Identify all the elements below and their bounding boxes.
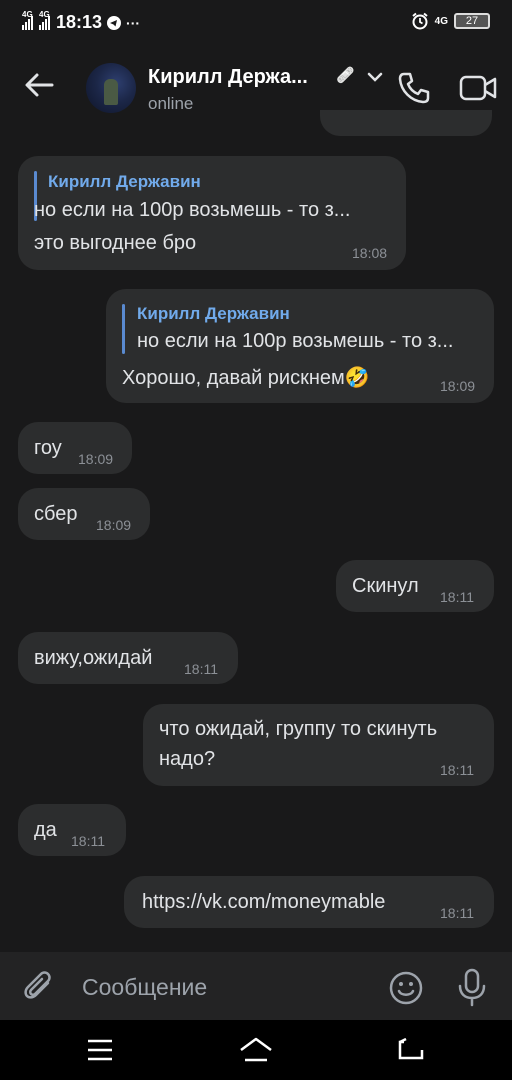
message-text: надо? [159, 748, 216, 770]
message-bubble-partial [320, 110, 492, 136]
microphone-icon[interactable] [452, 966, 492, 1008]
system-navigation-bar [0, 1020, 512, 1080]
message-bubble[interactable]: что ожидай, группу то скинуть надо? 18:1… [143, 704, 494, 786]
contact-name[interactable]: Кирилл Держа... [148, 66, 308, 89]
paperclip-icon[interactable] [20, 968, 58, 1006]
message-time: 18:11 [440, 589, 474, 605]
phone-icon[interactable] [396, 70, 432, 106]
message-bubble[interactable]: Кирилл Державин но если на 100р возьмешь… [106, 289, 494, 403]
message-time: 18:09 [78, 451, 114, 467]
message-text: гоу [34, 437, 62, 459]
smile-icon[interactable] [386, 968, 426, 1008]
telegram-icon [107, 15, 122, 30]
signal-icon: 4G [39, 10, 50, 30]
message-text: Скинул [352, 575, 419, 597]
more-notifications: ··· [126, 14, 141, 31]
message-composer: Сообщение [0, 952, 512, 1020]
reply-author: Кирилл Державин [48, 172, 201, 191]
status-bar: 4G 4G 18:13 ··· 4G 27 [0, 0, 512, 44]
reply-quote: но если на 100р возьмешь - то з... [137, 330, 454, 352]
message-bubble[interactable]: гоу 18:09 [18, 422, 132, 474]
chevron-down-icon[interactable] [366, 68, 384, 86]
message-bubble[interactable]: Кирилл Державин но если на 100р возьмешь… [18, 156, 406, 270]
message-time: 18:09 [440, 378, 476, 394]
signal-icon: 4G [22, 10, 33, 30]
avatar[interactable] [86, 63, 136, 113]
message-bubble[interactable]: Скинул 18:11 [336, 560, 494, 612]
alarm-icon [412, 12, 428, 30]
network-type: 4G [434, 15, 448, 27]
message-text: сбер [34, 503, 78, 525]
back-arrow-icon[interactable] [22, 68, 56, 102]
reply-indicator [122, 304, 125, 354]
message-bubble[interactable]: да 18:11 [18, 804, 126, 856]
reply-quote: но если на 100р возьмешь - то з... [34, 199, 351, 221]
message-text: что ожидай, группу то скинуть [159, 718, 438, 740]
status-emoji: 🩹 [336, 67, 355, 84]
home-icon[interactable] [238, 1036, 274, 1064]
message-time: 18:08 [352, 245, 388, 261]
message-text: вижу,ожидай [34, 647, 153, 669]
message-time: 18:11 [184, 661, 218, 677]
video-camera-icon[interactable] [458, 70, 498, 106]
message-time: 18:09 [96, 517, 132, 533]
message-link[interactable]: https://vk.com/moneymable [142, 891, 385, 914]
message-bubble[interactable]: https://vk.com/moneymable 18:11 [124, 876, 494, 928]
message-time: 18:11 [71, 833, 105, 849]
menu-icon[interactable] [86, 1038, 114, 1062]
contact-status: online [148, 94, 194, 113]
battery-icon: 27 [454, 13, 490, 29]
message-time: 18:11 [440, 762, 474, 778]
message-text: это выгоднее бро [34, 232, 197, 254]
message-text: Хорошо, давай рискнем🤣 [122, 367, 370, 389]
message-text: да [34, 819, 57, 841]
message-input[interactable]: Сообщение [82, 974, 207, 1001]
message-bubble[interactable]: вижу,ожидай 18:11 [18, 632, 238, 684]
back-icon[interactable] [396, 1038, 426, 1062]
message-bubble[interactable]: сбер 18:09 [18, 488, 150, 540]
clock: 18:13 [56, 12, 103, 32]
reply-author: Кирилл Державин [137, 304, 290, 323]
message-time: 18:11 [440, 905, 474, 921]
